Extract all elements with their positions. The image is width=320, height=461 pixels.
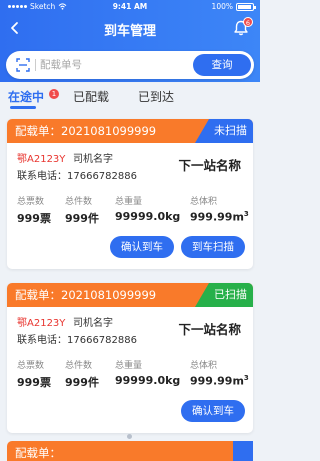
contact-phone: 联系电话：17666782886 — [17, 171, 137, 182]
page-title: 到车管理 — [103, 24, 156, 39]
scroll-indicator — [127, 434, 132, 439]
dispatch-card[interactable]: 配载单：2021081099999 已扫描 鄂A2123Y 司机名字 联系电话：… — [7, 283, 253, 433]
dispatch-card[interactable]: 配载单：2021081099999 未扫描 鄂A2123Y 司机名字 联系电话：… — [7, 119, 253, 269]
driver-name: 司机名字 — [73, 318, 113, 329]
search-button[interactable]: 查询 — [193, 54, 251, 76]
battery-label: 100% — [211, 2, 233, 11]
stat-label: 总票数 — [17, 197, 45, 207]
confirm-arrival-button[interactable]: 确认到车 — [110, 236, 174, 258]
stat-value: 99999.0kg — [115, 374, 181, 387]
stat-label: 总重量 — [115, 197, 143, 207]
stat-value-sup: 3 — [243, 210, 249, 218]
tab-loaded[interactable]: 已配载 — [73, 88, 109, 105]
next-station: 下一站名称 — [178, 158, 241, 173]
search-input[interactable] — [40, 57, 170, 73]
stat-label: 总件数 — [65, 197, 93, 207]
search-bar: 查询 — [6, 51, 254, 79]
stat-value: 999票 — [17, 212, 51, 225]
stat-value-text: 999.99m — [190, 210, 244, 224]
dispatch-number: 配载单： — [15, 446, 61, 460]
stat-pieces: 总件数 999件 — [65, 194, 99, 226]
tab-arrived[interactable]: 已到达 — [138, 88, 174, 105]
status-tag — [233, 441, 253, 461]
plate-number: 鄂A2123Y — [17, 318, 66, 329]
notification-badge: 6 — [243, 17, 253, 27]
nav-bar: 到车管理 6 — [0, 16, 260, 42]
battery-icon — [236, 2, 256, 11]
stat-value-sup: 3 — [243, 374, 249, 382]
stat-label: 总件数 — [65, 361, 93, 371]
stat-value: 999票 — [17, 376, 51, 389]
stat-label: 总重量 — [115, 361, 143, 371]
confirm-arrival-button[interactable]: 确认到车 — [181, 400, 245, 422]
stat-label: 总票数 — [17, 361, 45, 371]
next-station: 下一站名称 — [178, 322, 241, 337]
stat-weight: 总重量 99999.0kg — [115, 194, 180, 223]
stat-volume: 总体积 999.99m3 — [190, 358, 249, 388]
dispatch-card-partial[interactable]: 配载单： — [7, 441, 253, 461]
stat-value: 999件 — [65, 376, 99, 389]
stat-volume: 总体积 999.99m3 — [190, 194, 249, 224]
stat-label: 总体积 — [190, 361, 218, 371]
stat-weight: 总重量 99999.0kg — [115, 358, 180, 387]
stat-value-text: 999.99m — [190, 374, 244, 388]
stat-tickets: 总票数 999票 — [17, 358, 51, 390]
scan-icon[interactable] — [16, 58, 30, 72]
stat-value: 999.99m3 — [190, 374, 249, 388]
stat-value: 999件 — [65, 212, 99, 225]
tab-bar: 在途中 已配载 已到达 — [0, 82, 260, 112]
dispatch-number: 配载单：2021081099999 — [15, 288, 157, 302]
stat-pieces: 总件数 999件 — [65, 358, 99, 390]
stat-value: 999.99m3 — [190, 210, 249, 224]
dispatch-number: 配载单：2021081099999 — [15, 124, 157, 138]
tab-badge: 1 — [49, 89, 59, 99]
contact-phone: 联系电话：17666782886 — [17, 335, 137, 346]
driver-name: 司机名字 — [73, 154, 113, 165]
tab-in-transit[interactable]: 在途中 — [8, 88, 44, 105]
header-bar: Sketch 9:41 AM 100% 到车管理 6 配载单号 查询 — [0, 0, 260, 82]
stat-tickets: 总票数 999票 — [17, 194, 51, 226]
stat-label: 总体积 — [190, 197, 218, 207]
stat-value: 99999.0kg — [115, 210, 181, 223]
search-divider — [35, 59, 36, 71]
plate-number: 鄂A2123Y — [17, 154, 66, 165]
tab-active-indicator — [10, 106, 36, 109]
status-bar: Sketch 9:41 AM 100% — [0, 0, 260, 14]
arrival-scan-button[interactable]: 到车扫描 — [181, 236, 245, 258]
